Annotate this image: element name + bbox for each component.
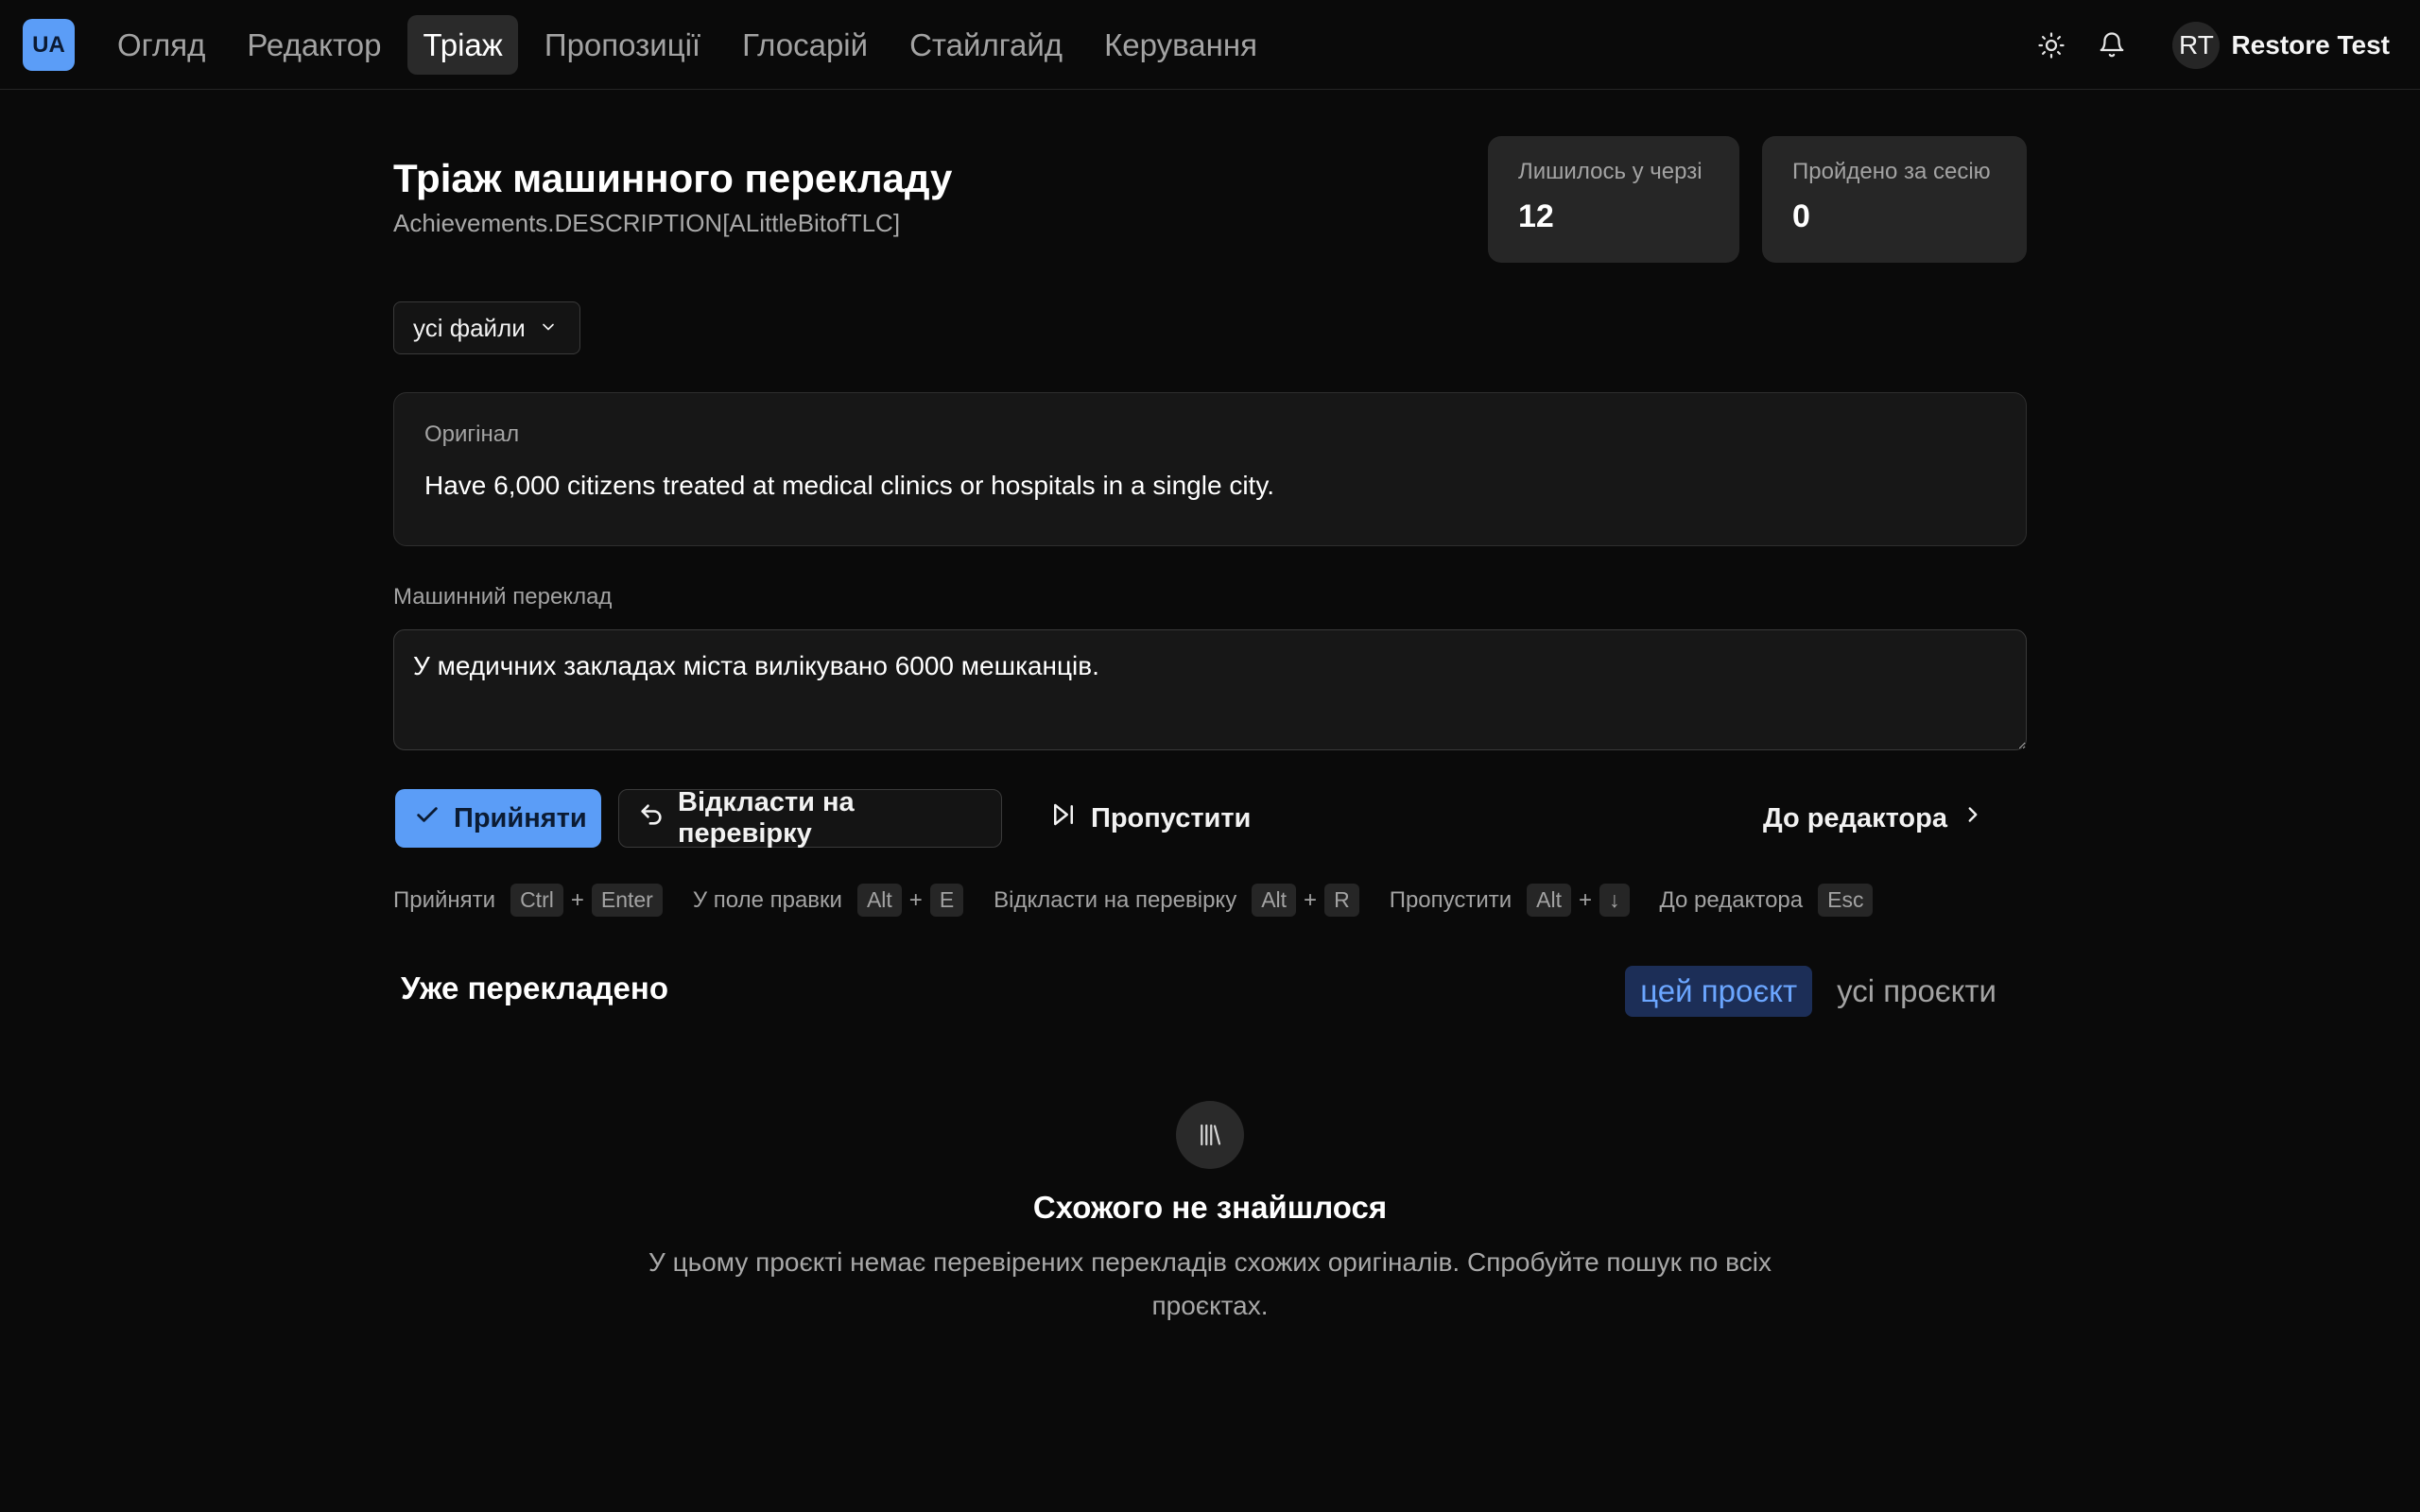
stat-done: Пройдено за сесію 0: [1762, 136, 2027, 263]
undo-icon: [638, 801, 665, 835]
stat-done-value: 0: [1792, 198, 1810, 234]
avatar: RT: [2172, 21, 2221, 69]
nav-item-suggestions[interactable]: Пропозиції: [529, 15, 716, 75]
key-badge: R: [1324, 884, 1359, 917]
key-plus: +: [908, 886, 923, 913]
shortcut-label: Пропустити: [1389, 886, 1512, 913]
shortcut-skip: Пропустити Alt + ↓: [1390, 884, 1630, 917]
shortcut-defer: Відкласти на перевірку Alt + R: [994, 884, 1359, 917]
skip-button[interactable]: Пропустити: [1030, 789, 1270, 848]
file-filter-label: усі файли: [413, 313, 526, 342]
shortcut-hints: Прийняти Ctrl + Enter У поле правки Alt …: [393, 884, 1903, 917]
shortcut-label: Прийняти: [393, 886, 496, 913]
accept-button[interactable]: Прийняти: [395, 789, 601, 848]
skip-forward-icon: [1049, 800, 1078, 836]
accept-button-label: Прийняти: [454, 802, 587, 833]
file-filter-select[interactable]: усі файли: [393, 301, 580, 354]
string-key: Achievements.DESCRIPTION[ALittleBitofTLC…: [393, 209, 901, 237]
sun-icon[interactable]: [2029, 23, 2074, 68]
already-translated-title: Уже перекладено: [401, 971, 668, 1005]
key-badge: Alt: [856, 884, 902, 917]
nav-item-glossary[interactable]: Глосарій: [727, 15, 883, 75]
user-name: Restore Test: [2231, 29, 2390, 60]
nav-item-triage[interactable]: Тріаж: [407, 15, 518, 75]
original-card: Оригінал Have 6,000 citizens treated at …: [393, 392, 2027, 546]
nav-item-styleguide[interactable]: Стайлгайд: [894, 15, 1078, 75]
header-actions: RT Restore Test: [2014, 15, 2390, 75]
page-title: Тріаж машинного перекладу: [393, 156, 953, 200]
skip-button-label: Пропустити: [1091, 802, 1252, 833]
empty-state-title: Схожого не знайшлося: [1032, 1190, 1388, 1225]
stat-remaining-label: Лишилось у черзі: [1518, 159, 1703, 184]
shortcut-edit-field: У поле правки Alt + E: [692, 884, 964, 917]
shortcut-to-editor: До редактора Esc: [1660, 884, 1874, 917]
machine-translation-field[interactable]: У медичних закладах міста вилікувано 600…: [393, 629, 2027, 750]
check-icon: [414, 801, 441, 835]
key-plus: +: [570, 886, 584, 913]
main-nav: Огляд Редактор Тріаж Пропозиції Глосарій…: [102, 15, 1272, 75]
key-plus: +: [1304, 886, 1318, 913]
key-badge: Alt: [1252, 884, 1297, 917]
tab-this-project[interactable]: цей проєкт: [1625, 966, 1813, 1017]
stat-remaining: Лишилось у черзі 12: [1488, 136, 1739, 263]
defer-button-label: Відкласти на перевірку: [678, 787, 855, 849]
key-badge: Alt: [1527, 884, 1571, 917]
chevron-down-icon: [539, 314, 558, 343]
shortcut-label: Відкласти на перевірку: [994, 886, 1237, 913]
key-plus: +: [1579, 886, 1593, 913]
scope-tabs: цей проєкт усі проєкти: [1625, 966, 2012, 1017]
shortcut-label: До редактора: [1659, 886, 1804, 913]
key-badge: Ctrl: [510, 884, 563, 917]
action-bar: Прийняти Відкласти на перевірку Пропусти…: [393, 787, 2027, 850]
top-bar: UA Огляд Редактор Тріаж Пропозиції Глоса…: [0, 0, 2420, 90]
key-badge: E: [929, 884, 964, 917]
original-text: Have 6,000 citizens treated at medical c…: [424, 471, 1275, 500]
nav-item-management[interactable]: Керування: [1089, 15, 1272, 75]
app-logo[interactable]: UA: [23, 19, 75, 71]
chevron-right-icon: [1961, 802, 1985, 834]
key-badge: Esc: [1818, 884, 1874, 917]
original-label: Оригінал: [424, 421, 520, 447]
stat-done-label: Пройдено за сесію: [1792, 159, 1991, 184]
defer-button[interactable]: Відкласти на перевірку: [618, 787, 1002, 849]
nav-item-editor[interactable]: Редактор: [232, 15, 396, 75]
tab-all-projects[interactable]: усі проєкти: [1822, 966, 2012, 1017]
shortcut-accept: Прийняти Ctrl + Enter: [393, 884, 663, 917]
empty-state-description: У цьому проєкті немає перевірених перекл…: [648, 1247, 1772, 1320]
to-editor-button[interactable]: До редактора: [1744, 789, 2004, 848]
library-icon: [1176, 1101, 1244, 1169]
stat-remaining-value: 12: [1518, 198, 1554, 234]
empty-state: Схожого не знайшлося У цьому проєкті нем…: [393, 1101, 2027, 1328]
to-editor-button-label: До редактора: [1762, 802, 1947, 833]
key-badge: Enter: [591, 884, 663, 917]
machine-translation-label: Машинний переклад: [393, 584, 613, 610]
user-menu[interactable]: RT Restore Test: [2172, 21, 2390, 69]
arrow-down-key: ↓: [1599, 884, 1630, 917]
shortcut-label: У поле правки: [692, 886, 842, 913]
nav-item-overview[interactable]: Огляд: [102, 15, 220, 75]
bell-icon[interactable]: [2089, 23, 2135, 68]
